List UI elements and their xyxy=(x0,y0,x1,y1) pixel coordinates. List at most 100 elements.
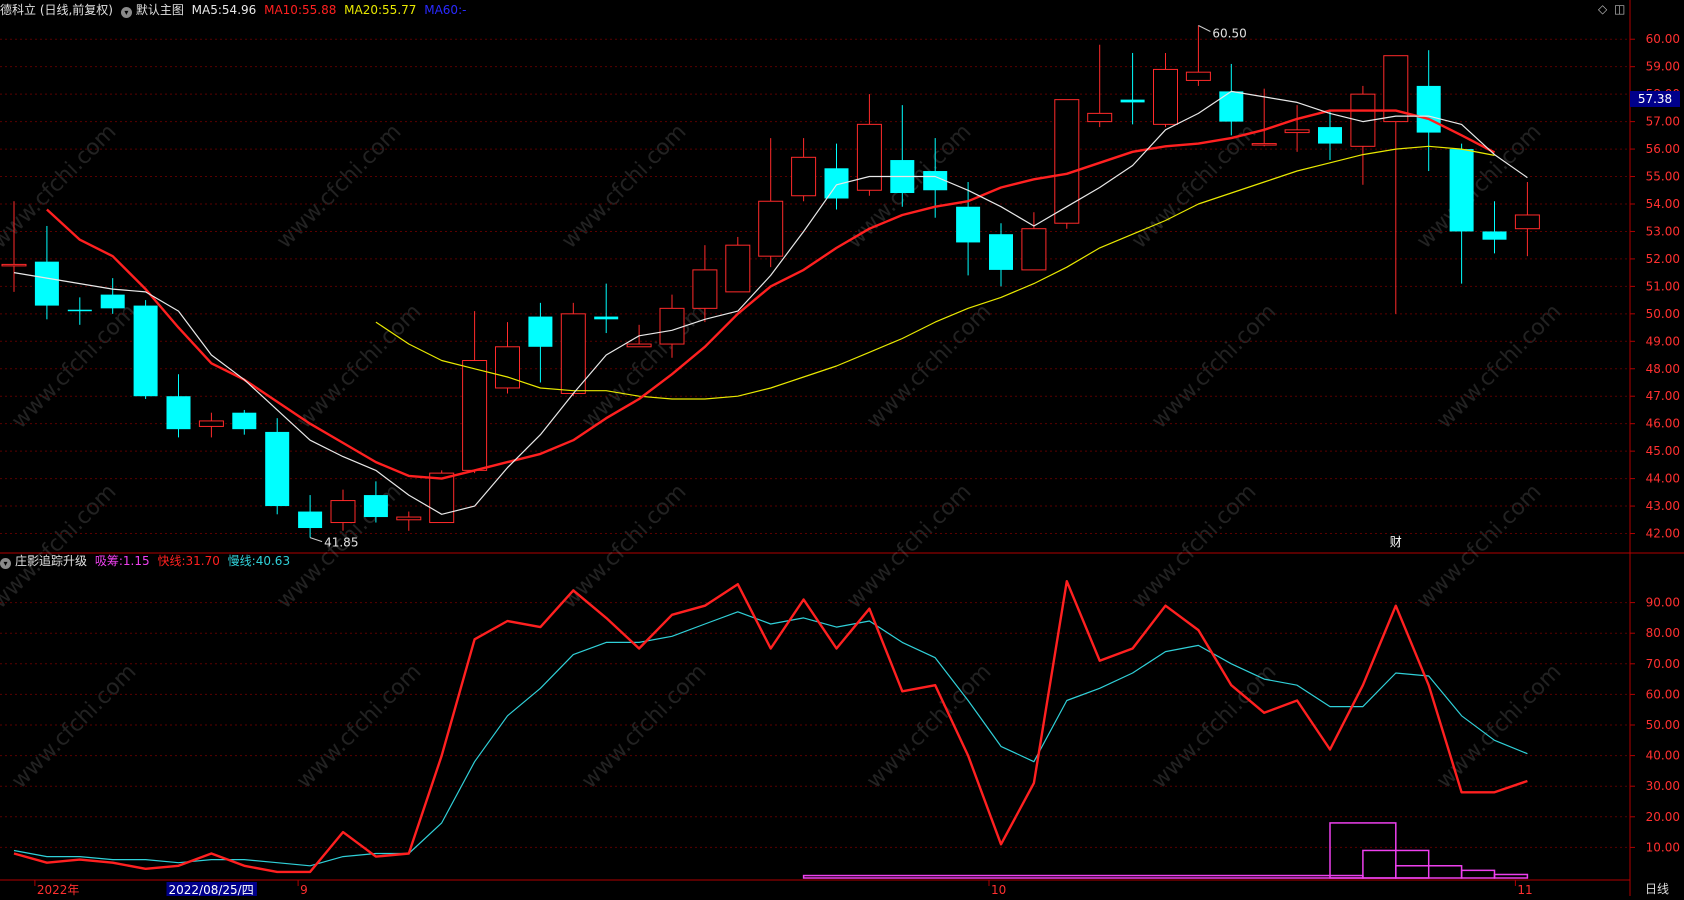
candle-body xyxy=(1251,143,1277,146)
main-chart-header: 德科立 (日线,前复权) ▾ 默认主图 MA5:54.96 MA10:55.88 … xyxy=(0,1,470,19)
watermark-text: www.cfchi.com xyxy=(292,299,426,433)
finance-marker: 财 xyxy=(1390,535,1402,549)
candle xyxy=(890,105,915,207)
low-label: 41.85 xyxy=(324,536,358,550)
candle xyxy=(133,300,158,399)
time-axis-label: 10 xyxy=(991,883,1006,896)
toggle-icon[interactable]: ▾ xyxy=(0,558,11,569)
candle-body xyxy=(133,305,158,397)
ma5-label: MA5: xyxy=(191,3,222,17)
price-tick-label: 57.00 xyxy=(1646,115,1680,129)
candle-body xyxy=(462,360,488,471)
candle-body xyxy=(1482,231,1507,240)
ma60-value: - xyxy=(462,3,467,17)
price-tick-label: 52.00 xyxy=(1646,252,1680,266)
candle-body xyxy=(1120,99,1145,103)
candle-body xyxy=(232,412,257,430)
candle xyxy=(1416,50,1441,172)
candle xyxy=(1284,105,1310,152)
candle-body xyxy=(100,294,125,309)
inflow-bar xyxy=(802,874,1364,879)
price-tick-label: 42.00 xyxy=(1646,527,1680,541)
indicator-tick-label: 80.00 xyxy=(1646,626,1680,640)
candle-body xyxy=(626,343,652,348)
watermark-text: www.cfchi.com xyxy=(1432,659,1566,793)
ma5-value: 54.96 xyxy=(221,3,257,17)
toggle-icon[interactable]: ▾ xyxy=(120,7,132,18)
candle-body xyxy=(396,516,422,521)
candle xyxy=(1449,143,1474,284)
candle xyxy=(396,511,422,531)
inflow-bar xyxy=(1460,869,1496,879)
candle xyxy=(856,94,882,196)
candle-body xyxy=(560,313,586,394)
candle-body xyxy=(1219,91,1244,122)
inflow-value: 1.15 xyxy=(122,554,150,568)
watermark-text: www.cfchi.com xyxy=(1127,119,1261,253)
candle-body xyxy=(1416,85,1441,133)
price-tick-label: 59.00 xyxy=(1646,60,1680,74)
candle-body xyxy=(989,234,1013,270)
candle-body xyxy=(594,316,619,320)
fast-line xyxy=(13,580,1528,874)
watermark-text: www.cfchi.com xyxy=(292,659,426,793)
candle-body xyxy=(363,495,388,518)
candle xyxy=(166,374,191,438)
candle-body xyxy=(1,263,27,267)
high-label: 60.50 xyxy=(1212,26,1246,40)
price-tick-label: 51.00 xyxy=(1646,279,1680,293)
watermark-text: www.cfchi.com xyxy=(577,299,711,433)
inflow-bar xyxy=(1493,873,1529,879)
indicator-name[interactable]: 庄影追踪升级 xyxy=(15,554,87,568)
candle-body xyxy=(265,431,290,507)
indicator-tick-label: 50.00 xyxy=(1646,718,1680,732)
candle xyxy=(956,182,981,276)
candle xyxy=(298,495,323,538)
ma20-label: MA20: xyxy=(344,3,383,17)
watermark-text: www.cfchi.com xyxy=(1432,299,1566,433)
price-tick-label: 46.00 xyxy=(1646,417,1680,431)
watermark-text: www.cfchi.com xyxy=(1412,479,1546,613)
candle-body xyxy=(1284,129,1310,134)
candle-body xyxy=(1185,71,1211,81)
date-cursor-label: 2022/08/25/四 xyxy=(169,883,254,896)
ma20-value: 55.77 xyxy=(382,3,417,17)
price-tick-label: 45.00 xyxy=(1646,444,1680,458)
candle xyxy=(34,225,59,320)
watermark-text: www.cfchi.com xyxy=(862,659,996,793)
candle-body xyxy=(166,396,191,430)
panel-toggle-icon[interactable]: ◫ xyxy=(1614,2,1625,16)
slow-value: 40.63 xyxy=(255,554,291,568)
watermark-text: www.cfchi.com xyxy=(1147,299,1281,433)
time-axis-label: 11 xyxy=(1517,883,1532,896)
candle-body xyxy=(692,269,718,309)
fast-label: 快线: xyxy=(157,554,186,568)
chart-canvas[interactable]: www.cfchi.com www.cfchi.com www.cfchi.com w… xyxy=(0,0,1684,897)
chart-stage[interactable]: www.cfchi.com www.cfchi.com www.cfchi.com w… xyxy=(0,0,1684,897)
period-button[interactable]: 日线 xyxy=(1645,880,1669,897)
candle-body xyxy=(429,472,455,524)
stock-title[interactable]: 德科立 (日线,前复权) xyxy=(0,3,113,17)
candle xyxy=(528,302,553,383)
price-tick-label: 56.00 xyxy=(1646,142,1680,156)
watermark-text: www.cfchi.com xyxy=(7,659,141,793)
price-tick-label: 44.00 xyxy=(1646,472,1680,486)
indicator-tick-label: 60.00 xyxy=(1646,687,1680,701)
price-tick-label: 47.00 xyxy=(1646,389,1680,403)
candle-body xyxy=(34,261,59,306)
main-chart-name[interactable]: 默认主图 xyxy=(136,3,184,17)
candle xyxy=(198,412,224,438)
watermark-text: www.cfchi.com xyxy=(1127,479,1261,613)
candle xyxy=(560,302,586,397)
candle-body xyxy=(824,168,849,199)
diamond-icon[interactable]: ◇ xyxy=(1598,2,1607,16)
time-axis-label: 9 xyxy=(300,883,308,896)
indicator-tick-label: 20.00 xyxy=(1646,810,1680,824)
indicator-tick-label: 40.00 xyxy=(1646,749,1680,763)
candle-body xyxy=(1087,112,1113,123)
candle-body xyxy=(791,156,817,197)
candle xyxy=(1153,52,1178,128)
candle xyxy=(791,138,817,202)
ma10-value: 55.88 xyxy=(301,3,337,17)
candle xyxy=(594,283,619,334)
